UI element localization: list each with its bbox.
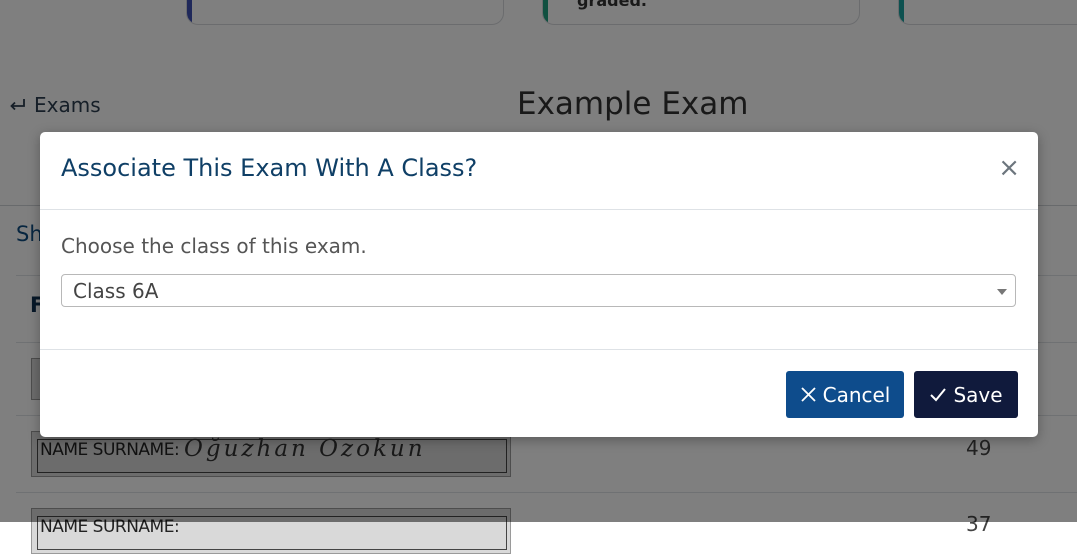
associate-class-modal: Associate This Exam With A Class? × Choo… <box>40 132 1038 437</box>
class-prompt: Choose the class of this exam. <box>61 234 367 258</box>
cancel-label: Cancel <box>822 382 891 407</box>
modal-footer: Cancel Save <box>40 349 1038 438</box>
modal-header: Associate This Exam With A Class? × <box>40 132 1038 210</box>
check-icon <box>930 388 947 402</box>
modal-body: Choose the class of this exam. Class 6A <box>40 210 1038 349</box>
close-icon <box>800 387 816 402</box>
cancel-button[interactable]: Cancel <box>786 371 904 418</box>
class-select-value: Class 6A <box>73 279 159 303</box>
class-select[interactable]: Class 6A <box>61 274 1016 307</box>
save-button[interactable]: Save <box>914 371 1018 418</box>
chevron-down-icon <box>997 289 1007 295</box>
modal-title: Associate This Exam With A Class? <box>61 154 478 182</box>
close-button[interactable]: × <box>998 155 1020 181</box>
save-label: Save <box>953 382 1003 407</box>
